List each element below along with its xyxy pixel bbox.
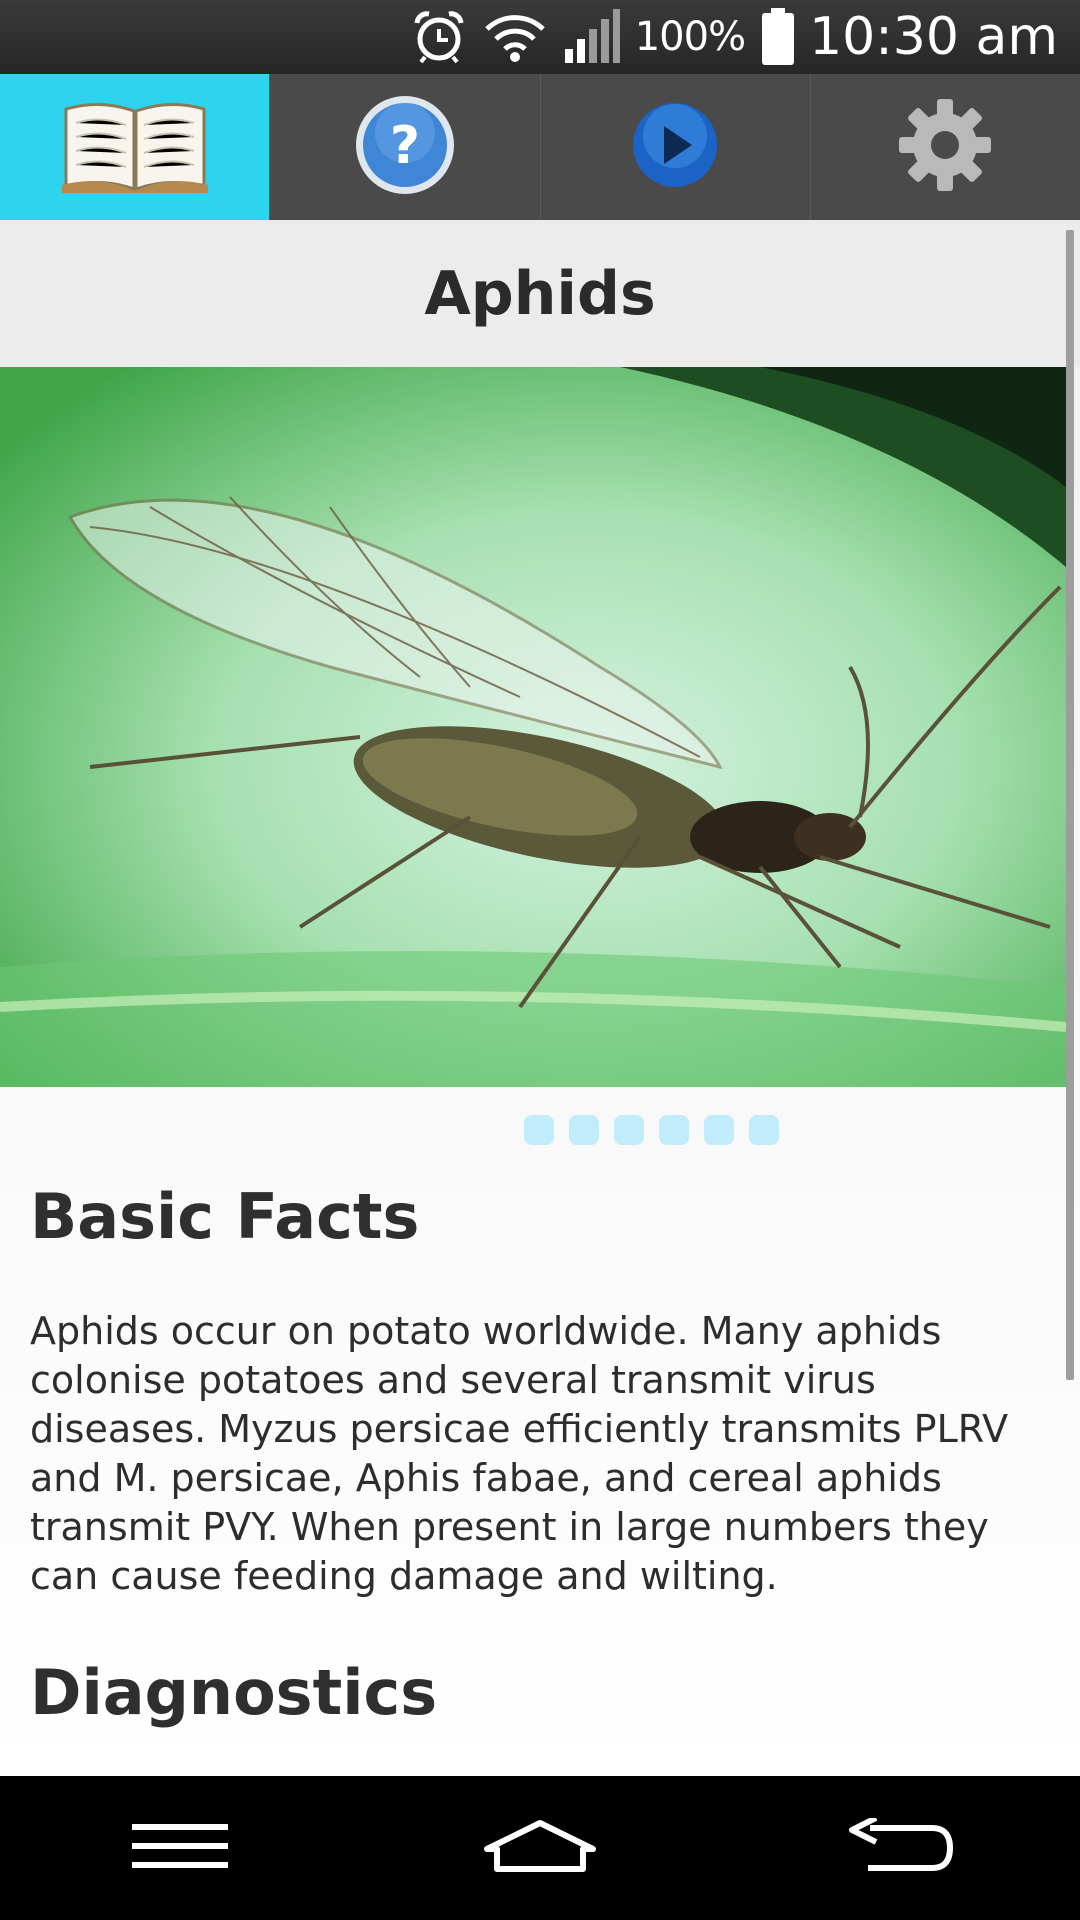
section-heading: Diagnostics [30,1656,438,1729]
aphid-photo[interactable] [0,367,1066,1087]
home-button[interactable] [440,1798,640,1898]
navigation-bar [0,1776,1080,1920]
section-heading: Basic Facts [30,1180,420,1253]
scrollbar[interactable] [1066,230,1074,1380]
book-icon [60,95,210,199]
menu-button[interactable] [80,1798,280,1898]
play-icon [630,100,720,194]
section-body: Aphids occur on potato worldwide. Many a… [30,1309,1009,1598]
wifi-icon [483,11,547,63]
help-icon: ? [353,93,457,201]
menu-icon [132,1822,228,1874]
svg-text:?: ? [390,116,420,176]
pager-dot[interactable] [524,1115,554,1145]
tab-settings[interactable] [809,74,1080,220]
basic-facts-section: Basic Facts Aphids occur on potato world… [0,1177,1080,1733]
pager-dot[interactable] [569,1115,599,1145]
pager-dot[interactable] [659,1115,689,1145]
aphid-on-leaf-photo [0,367,1066,1087]
pager-dot[interactable] [749,1115,779,1145]
tab-bar: ? [0,74,1080,220]
content-area[interactable]: Aphids Basic Facts Aphids occur on potat… [0,220,1080,1776]
page-title: Aphids [424,258,656,329]
app-screen: 100% 10:30 am ? Aphids Basic Facts Aphid… [0,0,1080,1920]
pager-dot[interactable] [614,1115,644,1145]
tab-help[interactable]: ? [269,74,539,220]
battery-percent: 100% [634,14,746,60]
tab-book[interactable] [0,74,270,220]
image-pager [0,1087,1080,1177]
back-button[interactable] [800,1798,1000,1898]
home-icon [483,1819,597,1877]
pager-dot[interactable] [704,1115,734,1145]
battery-icon [761,8,795,66]
status-bar: 100% 10:30 am [0,0,1080,74]
tab-play[interactable] [539,74,810,220]
pager-dots [524,1115,794,1145]
alarm-clock-icon [411,9,467,65]
signal-icon [563,9,621,65]
status-clock: 10:30 am [809,7,1058,67]
title-bar: Aphids [0,220,1080,367]
back-icon [846,1815,954,1878]
gear-icon [897,97,993,197]
